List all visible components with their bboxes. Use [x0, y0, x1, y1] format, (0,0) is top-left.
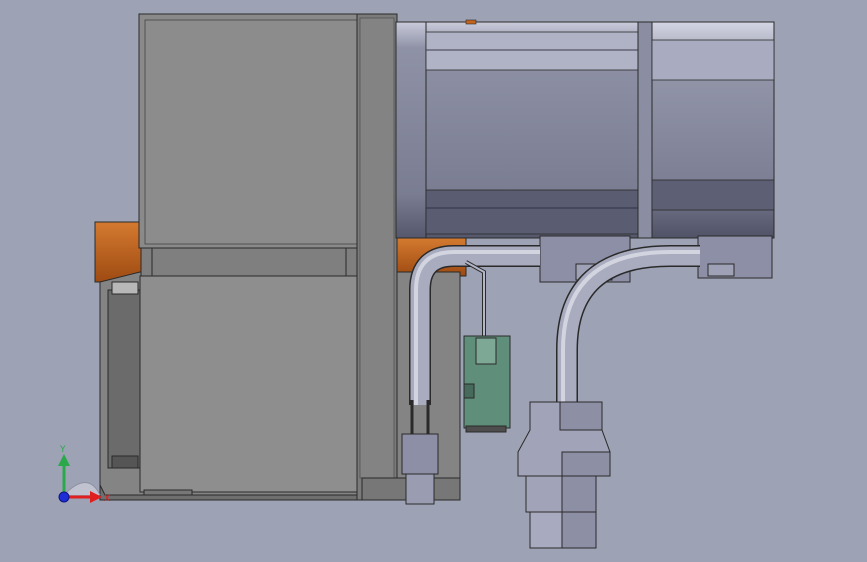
y-axis-arrowhead	[58, 454, 70, 466]
pcb-connector	[463, 335, 511, 433]
motor-assembly-drawing: Y X	[58, 13, 775, 549]
cad-viewport[interactable]: Y X	[0, 0, 867, 562]
y-axis-label: Y	[59, 445, 66, 455]
z-axis-origin	[58, 491, 70, 503]
signal-wire	[465, 260, 486, 340]
servo-motor	[395, 19, 775, 239]
gearbox-upper-block	[138, 13, 364, 277]
encoder-connector	[517, 401, 611, 549]
encoder-cable	[556, 245, 700, 405]
x-axis-label: X	[104, 494, 110, 504]
triad-arc	[63, 482, 101, 496]
